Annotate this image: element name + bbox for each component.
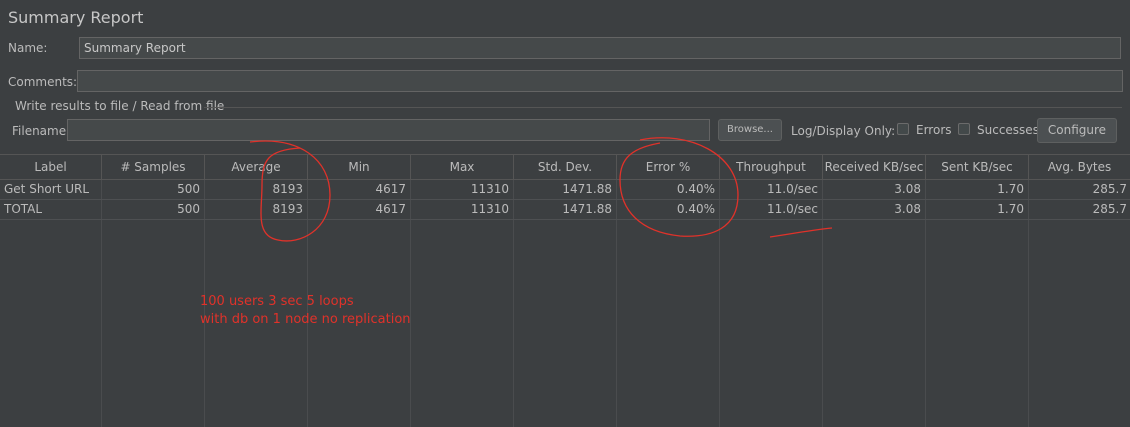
column-header-error-percent[interactable]: Error % — [617, 155, 720, 180]
configure-button[interactable]: Configure — [1037, 118, 1117, 143]
cell-sent-kb: 1.70 — [997, 182, 1024, 196]
cell-max: 11310 — [470, 182, 509, 196]
annotation-line-1: 100 users 3 sec 5 loops — [200, 294, 354, 309]
cell-std-dev: 1471.88 — [562, 202, 612, 216]
cell-min: 4617 — [375, 182, 406, 196]
browse-button[interactable]: Browse... — [718, 119, 782, 141]
window-title: Summary Report — [8, 8, 144, 27]
cell-samples: 500 — [177, 202, 200, 216]
file-group-title: Write results to file / Read from file — [15, 99, 225, 113]
annotation-line-2: with db on 1 node no replication — [200, 312, 411, 327]
column-header-average[interactable]: Average — [205, 155, 308, 180]
name-field[interactable]: Summary Report — [79, 37, 1121, 59]
column-header-throughput[interactable]: Throughput — [720, 155, 823, 180]
cell-error-percent: 0.40% — [676, 182, 715, 196]
cell-average: 8193 — [272, 202, 303, 216]
cell-throughput: 11.0/sec — [767, 182, 818, 196]
cell-label: TOTAL — [4, 202, 43, 216]
annotation-note: 100 users 3 sec 5 loops with db on 1 nod… — [200, 293, 411, 329]
comments-field[interactable] — [77, 70, 1123, 92]
cell-throughput: 11.0/sec — [767, 202, 818, 216]
cell-average: 8193 — [272, 182, 303, 196]
column-header-avg-bytes[interactable]: Avg. Bytes — [1029, 155, 1130, 180]
successes-label: Successes — [977, 123, 1039, 137]
column-header-max[interactable]: Max — [411, 155, 514, 180]
comments-label: Comments: — [8, 75, 78, 89]
filename-label: Filename — [12, 124, 67, 138]
column-header-sent-kb[interactable]: Sent KB/sec — [926, 155, 1029, 180]
table-header: Label # Samples Average Min Max Std. Dev… — [0, 154, 1130, 180]
cell-avg-bytes: 285.7 — [1092, 202, 1127, 216]
cell-avg-bytes: 285.7 — [1092, 182, 1127, 196]
column-header-label[interactable]: Label — [0, 155, 102, 180]
log-display-label: Log/Display Only: — [791, 124, 896, 138]
table-row[interactable]: TOTAL 500 8193 4617 11310 1471.88 0.40% … — [0, 200, 1130, 220]
cell-max: 11310 — [470, 202, 509, 216]
errors-label: Errors — [916, 123, 952, 137]
cell-min: 4617 — [375, 202, 406, 216]
cell-received-kb: 3.08 — [894, 202, 921, 216]
group-separator — [204, 107, 1122, 108]
column-header-received-kb[interactable]: Received KB/sec — [823, 155, 926, 180]
errors-checkbox[interactable] — [897, 123, 909, 135]
name-label: Name: — [8, 41, 48, 55]
table-row[interactable]: Get Short URL 500 8193 4617 11310 1471.8… — [0, 180, 1130, 200]
cell-sent-kb: 1.70 — [997, 202, 1024, 216]
cell-error-percent: 0.40% — [676, 202, 715, 216]
column-header-std-dev[interactable]: Std. Dev. — [514, 155, 617, 180]
summary-table: Label # Samples Average Min Max Std. Dev… — [0, 154, 1130, 427]
cell-received-kb: 3.08 — [894, 182, 921, 196]
cell-samples: 500 — [177, 182, 200, 196]
filename-field[interactable] — [67, 119, 710, 141]
column-header-min[interactable]: Min — [308, 155, 411, 180]
successes-checkbox[interactable] — [958, 123, 970, 135]
cell-label: Get Short URL — [4, 182, 90, 196]
column-header-samples[interactable]: # Samples — [102, 155, 205, 180]
cell-std-dev: 1471.88 — [562, 182, 612, 196]
